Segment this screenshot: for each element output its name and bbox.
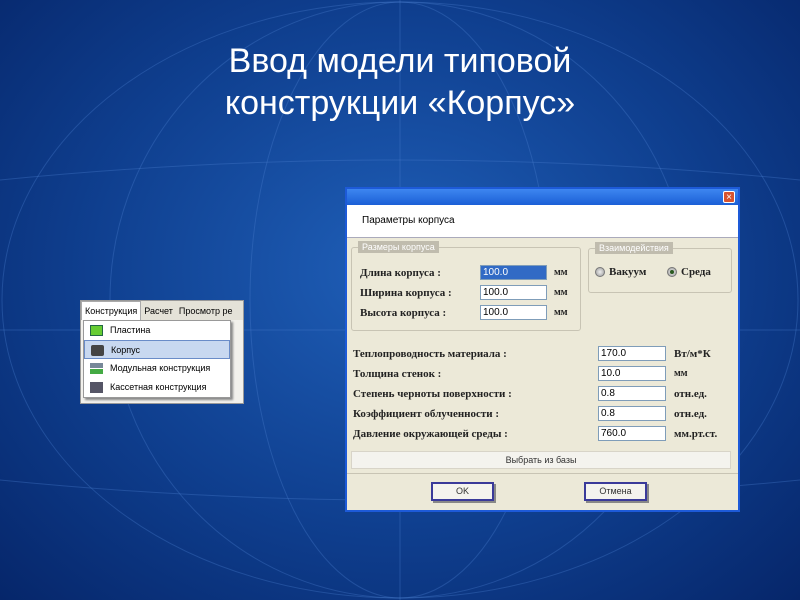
- width-label: Ширина корпуса :: [360, 287, 452, 299]
- title-bar: ×: [347, 189, 738, 205]
- param-label: Толщина стенок :: [353, 368, 442, 380]
- param-unit: Вт/м*К: [674, 348, 711, 360]
- size-group-legend: Размеры корпуса: [358, 241, 439, 253]
- param-input[interactable]: 10.0: [598, 366, 666, 381]
- menu-item-cassette[interactable]: Кассетная конструкция: [84, 378, 230, 397]
- radio-icon: [595, 267, 605, 278]
- menu-tab-construction[interactable]: Конструкция: [81, 301, 142, 320]
- param-input[interactable]: 0.8: [598, 406, 666, 421]
- param-label: Коэффициент облученности :: [353, 408, 500, 420]
- menu-item-label: Модульная конструкция: [110, 363, 211, 373]
- height-input[interactable]: 100.0: [480, 305, 547, 320]
- ok-button[interactable]: OK: [431, 482, 494, 501]
- slide-title: Ввод модели типовой конструкции «Корпус»: [0, 40, 800, 124]
- width-unit: мм: [554, 287, 568, 298]
- length-value: 100.0: [483, 267, 509, 278]
- close-icon[interactable]: ×: [723, 191, 735, 203]
- plate-icon: [90, 325, 103, 336]
- param-unit: мм.рт.ст.: [674, 428, 718, 440]
- radio-label: Среда: [681, 266, 711, 278]
- dialog-header: Параметры корпуса: [347, 205, 738, 238]
- case-parameters-dialog: × Параметры корпуса Размеры корпуса Длин…: [345, 187, 740, 512]
- param-unit: отн.ед.: [674, 408, 707, 420]
- menu-tab-view[interactable]: Просмотр ре: [176, 306, 236, 316]
- height-label: Высота корпуса :: [360, 307, 447, 319]
- menu-item-plate[interactable]: Пластина: [84, 321, 230, 340]
- param-unit: мм: [674, 368, 688, 379]
- length-unit: мм: [554, 267, 568, 278]
- param-unit: отн.ед.: [674, 388, 707, 400]
- param-input[interactable]: 170.0: [598, 346, 666, 361]
- menu-item-label: Пластина: [110, 325, 151, 335]
- title-line-2: конструкции «Корпус»: [224, 84, 576, 122]
- menu-item-label: Корпус: [111, 345, 141, 355]
- radio-selected-icon: [667, 267, 677, 278]
- cassette-icon: [90, 382, 103, 393]
- height-unit: мм: [554, 307, 568, 318]
- cancel-button[interactable]: Отмена: [584, 482, 647, 501]
- case-icon: [91, 345, 104, 356]
- radio-medium[interactable]: Среда: [667, 266, 711, 278]
- modular-icon: [90, 363, 103, 374]
- construction-dropdown: Пластина Корпус Модульная конструкция Ка…: [83, 320, 231, 398]
- length-label: Длина корпуса :: [360, 267, 441, 279]
- interaction-group-legend: Взаимодействия: [595, 242, 673, 254]
- title-line-1: Ввод модели типовой: [228, 42, 572, 80]
- param-label: Теплопроводность материала :: [353, 348, 507, 360]
- menu-item-modular[interactable]: Модульная конструкция: [84, 359, 230, 378]
- width-input[interactable]: 100.0: [480, 285, 547, 300]
- param-input[interactable]: 760.0: [598, 426, 666, 441]
- menu-tab-calculation[interactable]: Расчет: [141, 306, 176, 316]
- length-input[interactable]: 100.0: [480, 265, 547, 280]
- param-label: Степень черноты поверхности :: [353, 388, 512, 400]
- menu-bar: Конструкция Расчет Просмотр ре: [81, 301, 243, 320]
- menu-item-label: Кассетная конструкция: [110, 382, 207, 392]
- param-label: Давление окружающей среды :: [353, 428, 508, 440]
- divider: [347, 473, 738, 474]
- radio-label: Вакуум: [609, 266, 647, 278]
- menu-item-case[interactable]: Корпус: [84, 340, 230, 359]
- construction-menu: Конструкция Расчет Просмотр ре Пластина …: [80, 300, 244, 404]
- radio-vacuum[interactable]: Вакуум: [595, 266, 646, 278]
- param-input[interactable]: 0.8: [598, 386, 666, 401]
- select-from-database-button[interactable]: Выбрать из базы: [351, 451, 731, 469]
